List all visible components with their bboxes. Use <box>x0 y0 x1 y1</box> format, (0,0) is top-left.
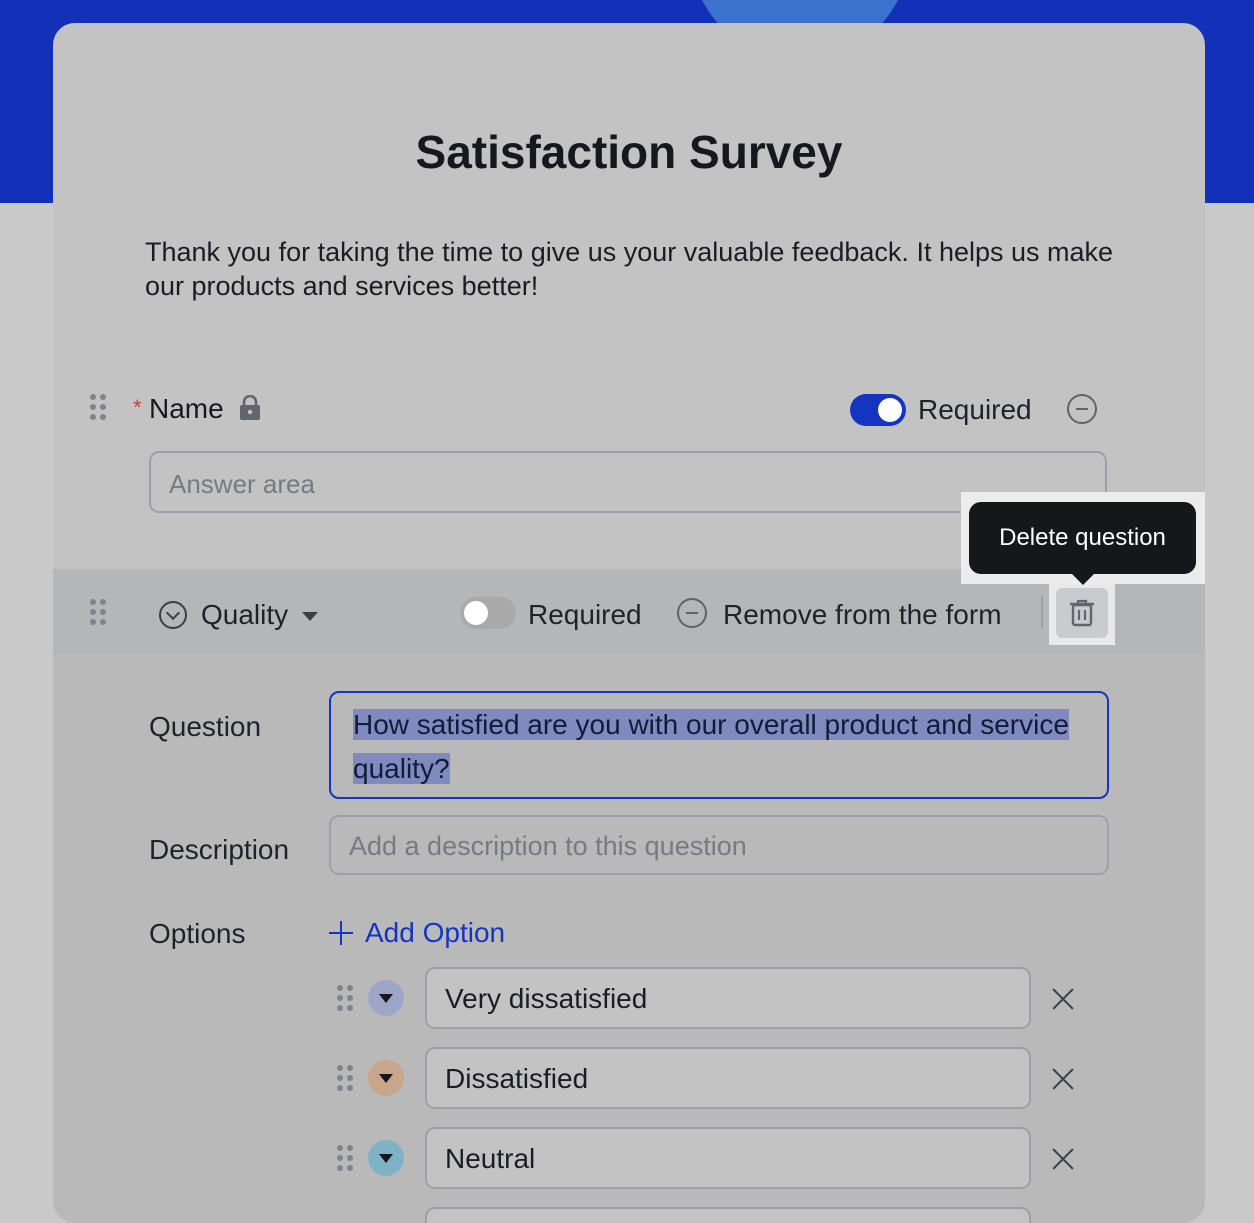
question-type-dropdown[interactable]: Quality <box>201 599 288 631</box>
question-text-input[interactable]: How satisfied are you with our overall p… <box>329 691 1109 799</box>
tooltip-arrow <box>1072 574 1094 585</box>
option-color-picker[interactable] <box>368 1060 404 1096</box>
close-icon[interactable] <box>1052 1148 1074 1170</box>
required-toggle[interactable] <box>460 597 516 629</box>
lock-icon <box>240 395 260 420</box>
selected-question-text: How satisfied are you with our overall p… <box>353 709 1069 784</box>
option-input[interactable]: Very dissatisfied <box>425 967 1031 1029</box>
survey-title[interactable]: Satisfaction Survey <box>53 125 1205 179</box>
remove-circle-icon[interactable] <box>677 598 707 628</box>
option-color-picker[interactable] <box>368 1140 404 1176</box>
drag-handle-icon[interactable] <box>90 394 108 424</box>
required-toggle[interactable] <box>850 394 906 426</box>
description-input[interactable]: Add a description to this question <box>329 815 1109 875</box>
option-input[interactable]: Neutral <box>425 1127 1031 1189</box>
description-field-label: Description <box>149 834 290 865</box>
option-input[interactable] <box>425 1207 1031 1223</box>
delete-question-button[interactable] <box>1056 588 1108 638</box>
question-type-icon <box>159 601 187 629</box>
close-icon[interactable] <box>1052 988 1074 1010</box>
add-option-button[interactable]: Add Option <box>365 917 505 949</box>
required-label: Required <box>918 394 1032 425</box>
option-input[interactable]: Dissatisfied <box>425 1047 1031 1109</box>
survey-description[interactable]: Thank you for taking the time to give us… <box>145 235 1125 303</box>
close-icon[interactable] <box>1052 1068 1074 1090</box>
option-color-picker[interactable] <box>368 980 404 1016</box>
plus-icon[interactable] <box>329 921 353 945</box>
required-label: Required <box>528 599 642 630</box>
remove-circle-icon[interactable] <box>1067 394 1097 424</box>
drag-handle-icon[interactable] <box>337 1145 355 1175</box>
survey-card: Satisfaction Survey Thank you for taking… <box>53 23 1205 1223</box>
caret-down-icon[interactable] <box>302 612 318 621</box>
drag-handle-icon[interactable] <box>337 985 355 1015</box>
trash-icon <box>1070 599 1094 627</box>
delete-question-tooltip: Delete question <box>969 502 1196 574</box>
required-asterisk: * <box>133 395 142 420</box>
question-field-label: Question <box>149 711 262 742</box>
name-question-title[interactable]: Name <box>149 393 224 425</box>
drag-handle-icon[interactable] <box>90 599 108 629</box>
remove-from-form-button[interactable]: Remove from the form <box>723 599 1002 631</box>
options-field-label: Options <box>149 918 246 949</box>
drag-handle-icon[interactable] <box>337 1065 355 1095</box>
toolbar-divider <box>1041 596 1043 628</box>
